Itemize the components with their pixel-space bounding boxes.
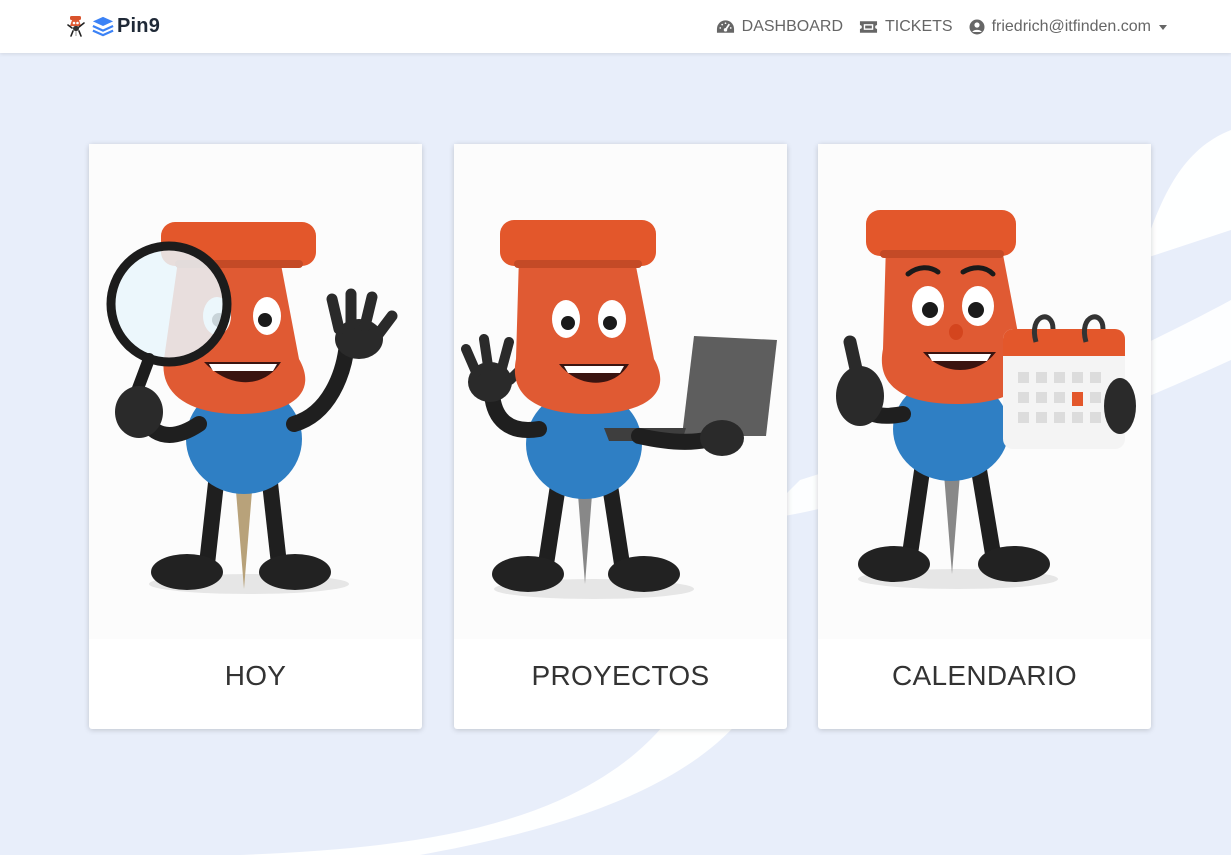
- card-title: HOY: [224, 660, 287, 691]
- brand-link[interactable]: Pin9: [64, 12, 160, 40]
- magnifier-mascot-illustration: [106, 222, 398, 594]
- nav-tickets-label: TICKETS: [885, 17, 953, 35]
- card-title: CALENDARIO: [891, 660, 1078, 691]
- mascot-logo-icon: [67, 16, 85, 37]
- card-hoy[interactable]: HOY: [89, 144, 422, 729]
- nav-menu: DASHBOARD TICKETS friedrich@itfinden.com: [700, 0, 1167, 53]
- card-image: [818, 144, 1151, 639]
- nav-tickets-link[interactable]: TICKETS: [859, 18, 953, 36]
- layers-icon: [92, 16, 114, 37]
- nav-dashboard-label: DASHBOARD: [741, 17, 844, 35]
- user-circle-icon: [969, 19, 985, 34]
- brand-name: Pin9: [117, 14, 161, 37]
- top-navbar: Pin9 DASHBOARD TICKETS friedrich@itfinde…: [0, 0, 1231, 53]
- card-image: [454, 144, 787, 639]
- nav-dashboard-link[interactable]: DASHBOARD: [716, 18, 843, 36]
- card-proyectos[interactable]: PROYECTOS: [454, 144, 787, 729]
- card-calendario[interactable]: CALENDARIO: [818, 144, 1151, 729]
- tachometer-icon: [716, 19, 734, 33]
- card-image: [89, 144, 422, 639]
- laptop-mascot-illustration: [461, 220, 777, 599]
- calendar-mascot-illustration: [836, 210, 1136, 589]
- ticket-icon: [859, 20, 878, 33]
- user-email: friedrich@itfinden.com: [991, 17, 1151, 35]
- chevron-down-icon: [1159, 25, 1167, 30]
- card-title: PROYECTOS: [531, 660, 710, 691]
- user-menu-dropdown[interactable]: friedrich@itfinden.com: [969, 18, 1167, 36]
